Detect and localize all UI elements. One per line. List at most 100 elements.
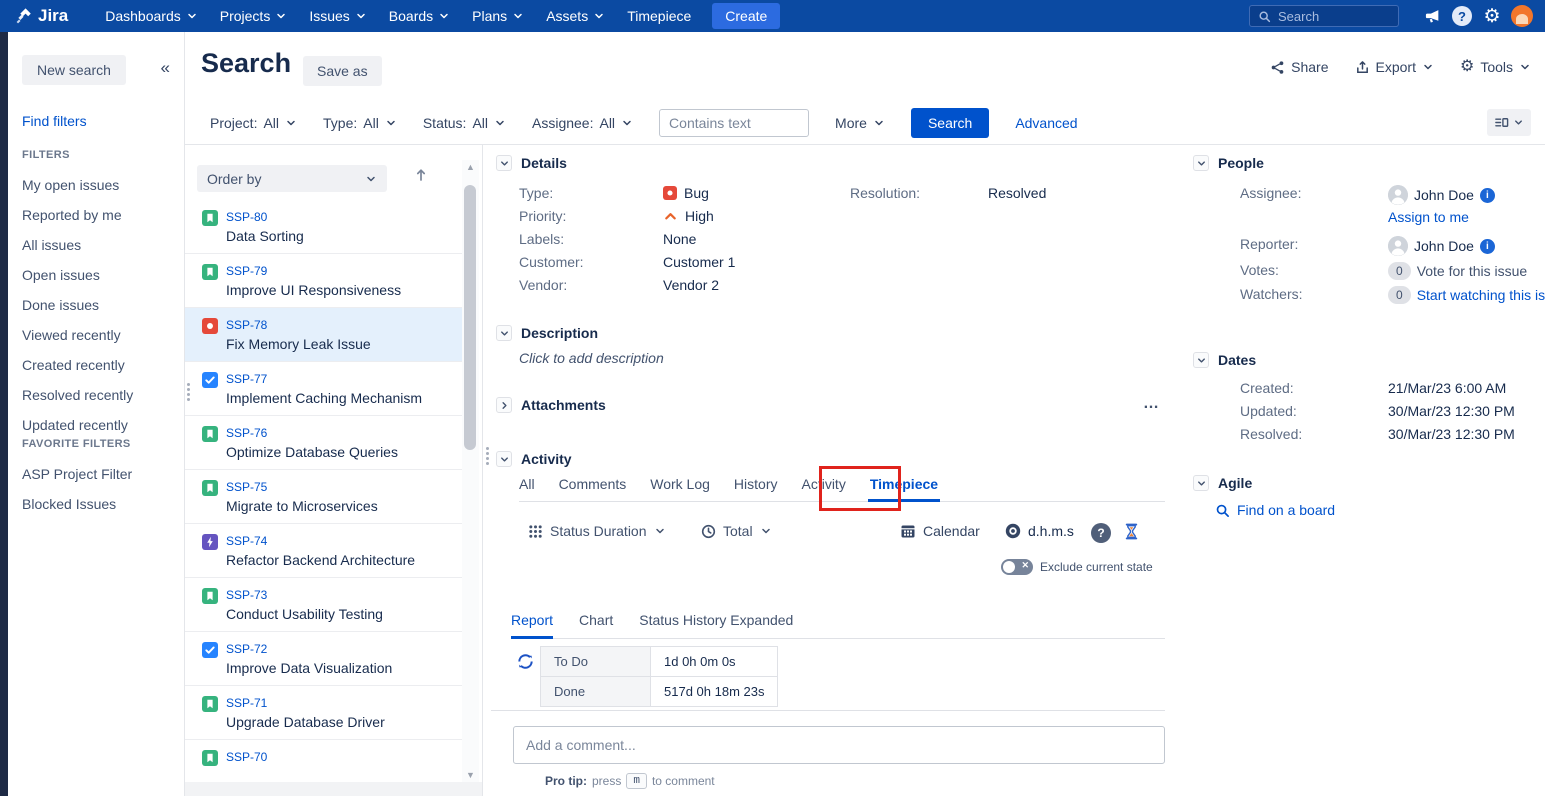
view-switcher-button[interactable]	[1487, 109, 1531, 136]
global-search-input[interactable]: Search	[1249, 5, 1399, 27]
description-section-header[interactable]: Description	[496, 325, 598, 341]
description-placeholder[interactable]: Click to add description	[519, 350, 664, 366]
help-button[interactable]: ?	[1447, 0, 1477, 32]
create-button[interactable]: Create	[712, 3, 780, 29]
nav-item-issues[interactable]: Issues	[298, 0, 377, 32]
issue-row-ssp-71[interactable]: SSP-71Upgrade Database Driver	[185, 686, 462, 740]
duration-format-button[interactable]: d.h.m.s	[1005, 523, 1074, 539]
status-duration-dropdown[interactable]: Status Duration	[528, 523, 666, 539]
sidebar-item-resolved-recently[interactable]: Resolved recently	[8, 380, 185, 410]
find-filters-link[interactable]: Find filters	[22, 113, 87, 129]
search-button[interactable]: Search	[911, 108, 989, 138]
agile-section-header[interactable]: Agile	[1193, 475, 1252, 491]
issue-row-ssp-78-selected[interactable]: SSP-78Fix Memory Leak Issue	[185, 308, 462, 362]
chevron-down-icon[interactable]	[496, 451, 512, 467]
exclude-current-state-toggle[interactable]: ✕	[1001, 559, 1033, 575]
add-comment-input[interactable]: Add a comment...	[513, 726, 1165, 764]
issue-list-horizontal-scrollbar[interactable]	[185, 782, 483, 796]
vote-for-issue-link[interactable]: Vote for this issue	[1417, 263, 1528, 279]
share-button[interactable]: Share	[1270, 59, 1328, 75]
new-search-button[interactable]: New search	[22, 55, 126, 85]
sidebar-item-all-issues[interactable]: All issues	[8, 230, 185, 260]
scroll-up-icon[interactable]: ▲	[462, 160, 479, 174]
issue-row-ssp-72[interactable]: SSP-72Improve Data Visualization	[185, 632, 462, 686]
chevron-down-icon[interactable]	[496, 325, 512, 341]
refresh-icon[interactable]	[516, 652, 535, 671]
sidebar-item-done-issues[interactable]: Done issues	[8, 290, 185, 320]
project-filter-dropdown[interactable]: Project:All	[210, 115, 297, 131]
contains-text-input[interactable]	[659, 109, 809, 137]
sidebar-item-reported-by-me[interactable]: Reported by me	[8, 200, 185, 230]
people-section-header[interactable]: People	[1193, 155, 1264, 171]
chevron-down-icon[interactable]	[1193, 475, 1209, 491]
nav-item-plans[interactable]: Plans	[461, 0, 535, 32]
scrollbar-thumb[interactable]	[464, 185, 476, 450]
nav-item-timepiece[interactable]: Timepiece	[616, 0, 702, 32]
assign-to-me-link[interactable]: Assign to me	[1388, 209, 1469, 225]
timepiece-help-button[interactable]: ?	[1091, 523, 1111, 543]
sidebar-item-blocked-issues[interactable]: Blocked Issues	[8, 489, 185, 519]
sidebar-item-open-issues[interactable]: Open issues	[8, 260, 185, 290]
issue-row-ssp-77[interactable]: SSP-77Implement Caching Mechanism	[185, 362, 462, 416]
start-watching-link[interactable]: Start watching this issue	[1417, 287, 1545, 303]
details-section-header[interactable]: Details	[496, 155, 567, 171]
reporter-value[interactable]: John Doe i	[1388, 236, 1495, 256]
chevron-down-icon[interactable]	[496, 155, 512, 171]
tab-work-log[interactable]: Work Log	[650, 476, 710, 492]
tab-status-history-expanded[interactable]: Status History Expanded	[639, 612, 793, 628]
chevron-down-icon[interactable]	[1193, 352, 1209, 368]
tab-all[interactable]: All	[519, 476, 535, 492]
nav-item-boards[interactable]: Boards	[378, 0, 461, 32]
chevron-right-icon[interactable]	[496, 397, 512, 413]
tab-activity[interactable]: Activity	[801, 476, 845, 492]
panel-resize-handle-left[interactable]	[187, 383, 190, 386]
issue-row-ssp-80[interactable]: SSP-80Data Sorting	[185, 200, 462, 254]
tab-timepiece[interactable]: Timepiece	[870, 476, 938, 492]
nav-item-dashboards[interactable]: Dashboards	[94, 0, 209, 32]
collapse-sidebar-icon[interactable]: «	[161, 58, 170, 78]
assignee-filter-dropdown[interactable]: Assignee:All	[532, 115, 633, 131]
sidebar-item-updated-recently[interactable]: Updated recently	[8, 410, 185, 440]
export-button[interactable]: Export	[1355, 59, 1434, 75]
sidebar-item-created-recently[interactable]: Created recently	[8, 350, 185, 380]
issue-list-scrollbar[interactable]: ▲ ▼	[462, 160, 479, 782]
issue-row-ssp-73[interactable]: SSP-73Conduct Usability Testing	[185, 578, 462, 632]
issue-row-ssp-75[interactable]: SSP-75Migrate to Microservices	[185, 470, 462, 524]
settings-button[interactable]: ⚙	[1477, 0, 1507, 32]
issue-row-ssp-79[interactable]: SSP-79Improve UI Responsiveness	[185, 254, 462, 308]
attachments-section-header[interactable]: Attachments	[496, 397, 606, 413]
nav-item-assets[interactable]: Assets	[535, 0, 616, 32]
tab-report[interactable]: Report	[511, 612, 553, 628]
user-avatar[interactable]	[1511, 5, 1533, 27]
sidebar-item-my-open-issues[interactable]: My open issues	[8, 170, 185, 200]
attachments-more-button[interactable]: …	[1143, 395, 1160, 413]
jira-brand[interactable]: Jira	[14, 6, 68, 26]
announcements-button[interactable]	[1417, 0, 1447, 32]
calendar-button[interactable]: Calendar	[900, 523, 980, 539]
info-icon[interactable]: i	[1480, 188, 1495, 203]
sidebar-item-asp-project-filter[interactable]: ASP Project Filter	[8, 459, 185, 489]
issue-row-ssp-76[interactable]: SSP-76Optimize Database Queries	[185, 416, 462, 470]
type-filter-dropdown[interactable]: Type:All	[323, 115, 397, 131]
sort-ascending-icon[interactable]	[413, 167, 429, 183]
nav-item-projects[interactable]: Projects	[209, 0, 299, 32]
scroll-down-icon[interactable]: ▼	[462, 768, 479, 782]
assignee-value[interactable]: John Doe i	[1388, 185, 1495, 205]
tools-button[interactable]: ⚙ Tools	[1460, 59, 1531, 75]
save-as-button[interactable]: Save as	[303, 56, 382, 86]
tab-chart[interactable]: Chart	[579, 612, 613, 628]
issue-row-ssp-74[interactable]: SSP-74Refactor Backend Architecture	[185, 524, 462, 578]
order-by-select[interactable]: Order by	[197, 165, 387, 192]
dates-section-header[interactable]: Dates	[1193, 352, 1256, 368]
more-filters-dropdown[interactable]: More	[835, 115, 885, 131]
sidebar-item-viewed-recently[interactable]: Viewed recently	[8, 320, 185, 350]
chevron-down-icon[interactable]	[1193, 155, 1209, 171]
status-filter-dropdown[interactable]: Status:All	[423, 115, 506, 131]
activity-section-header[interactable]: Activity	[496, 451, 572, 467]
info-icon[interactable]: i	[1480, 239, 1495, 254]
find-on-board-link[interactable]: Find on a board	[1215, 502, 1335, 518]
advanced-search-link[interactable]: Advanced	[1015, 115, 1077, 131]
tab-history[interactable]: History	[734, 476, 778, 492]
total-dropdown[interactable]: Total	[701, 523, 772, 539]
tab-comments[interactable]: Comments	[559, 476, 627, 492]
